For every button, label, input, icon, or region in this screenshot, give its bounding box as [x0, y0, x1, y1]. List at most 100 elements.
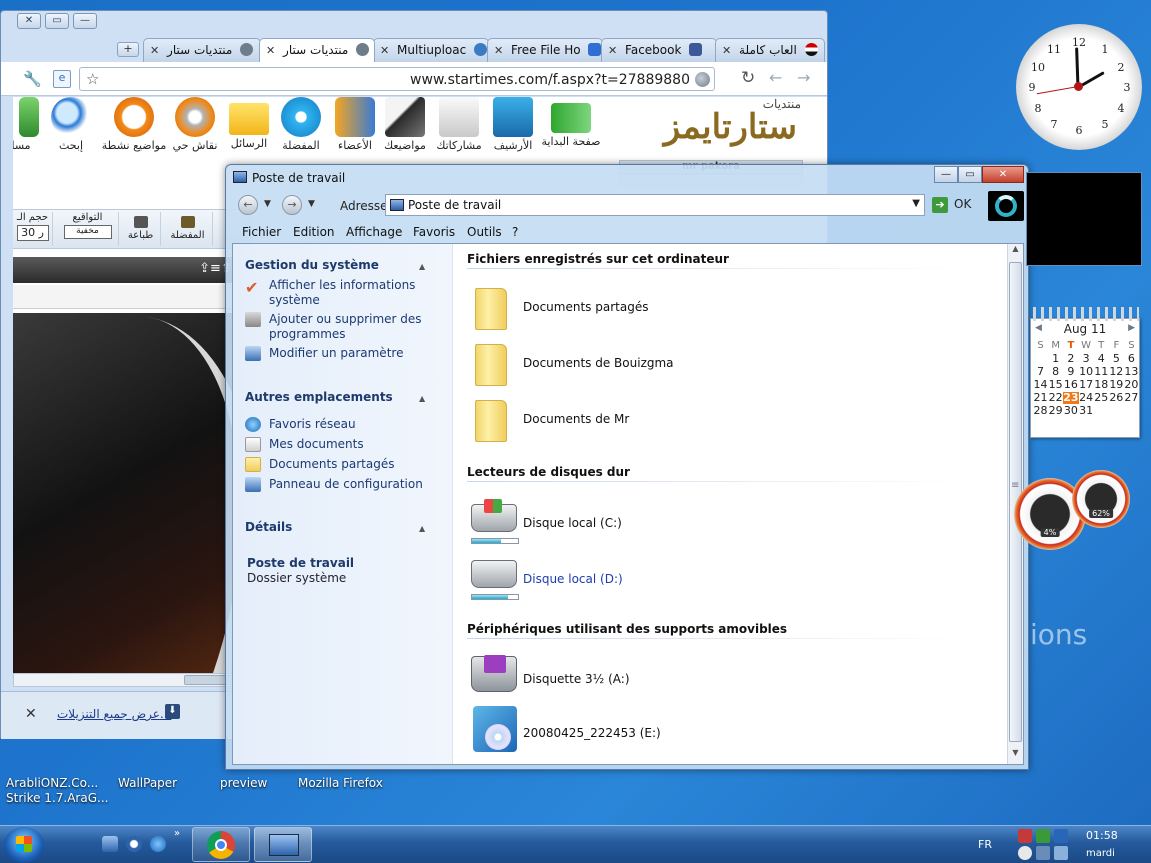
nav-posts[interactable]: مشاركاتك — [429, 97, 489, 152]
back-arrow-icon[interactable]: ← — [238, 195, 258, 215]
collapse-icon[interactable]: ▲ — [419, 524, 425, 533]
close-button[interactable]: ✕ — [982, 166, 1024, 183]
calendar-day[interactable]: 13 — [1124, 366, 1139, 378]
tray-monitor-icon[interactable] — [1036, 846, 1050, 860]
quicklaunch-more-icon[interactable]: » — [174, 828, 180, 839]
menu-affichage[interactable]: Affichage — [346, 225, 402, 239]
reload-icon[interactable]: ↻ — [741, 68, 755, 88]
menu-favoris[interactable]: Favoris — [413, 225, 455, 239]
print-button[interactable]: طباعة — [121, 212, 161, 246]
desktop-icon-label[interactable]: Mozilla Firefox — [298, 776, 383, 790]
menu-help[interactable]: ? — [512, 225, 518, 239]
calendar-day[interactable]: 30 — [1063, 405, 1078, 417]
nav-help[interactable]: مسا — [13, 97, 51, 152]
shared-documents-link[interactable]: Documents partagés — [269, 457, 429, 472]
horizontal-scrollbar[interactable] — [13, 673, 253, 687]
nav-messages[interactable]: الرسائل — [219, 97, 279, 150]
calendar-day[interactable]: 3 — [1079, 353, 1094, 365]
tab-facebook[interactable]: ✕ Facebook — [601, 38, 717, 62]
nav-live-chat[interactable]: نقاش حي — [165, 97, 225, 152]
tab-close-icon[interactable]: ✕ — [722, 44, 731, 57]
tab-startimes-2[interactable]: ✕ منتديات ستار — [259, 38, 375, 62]
chevron-down-icon[interactable]: ▼ — [912, 198, 920, 209]
network-places-link[interactable]: Favoris réseau — [269, 417, 429, 432]
calendar-day[interactable]: 25 — [1094, 392, 1109, 404]
download-icon[interactable]: ⬇ — [165, 704, 180, 719]
other-places-title[interactable]: Autres emplacements — [245, 390, 393, 404]
start-button[interactable] — [4, 827, 44, 863]
next-month-icon[interactable]: ▶ — [1128, 323, 1135, 333]
calendar-day[interactable]: 19 — [1109, 379, 1124, 391]
scroll-down-icon[interactable]: ▼ — [1008, 748, 1023, 764]
tab-close-icon[interactable]: ✕ — [494, 44, 503, 57]
page-icon[interactable]: e — [53, 70, 71, 88]
view-system-info-link[interactable]: Afficher les informations système — [269, 278, 429, 308]
tab-close-icon[interactable]: ✕ — [150, 44, 159, 57]
tab-close-icon[interactable]: ✕ — [266, 44, 275, 57]
calendar-day[interactable]: 1 — [1048, 353, 1063, 365]
taskbar-explorer[interactable] — [254, 827, 312, 862]
tray-network-icon[interactable] — [1018, 846, 1032, 860]
desktop-icon-label[interactable]: Strike 1.7.AraG... — [6, 791, 108, 805]
calendar-day[interactable]: 24 — [1079, 392, 1094, 404]
calendar-day[interactable]: 7 — [1033, 366, 1048, 378]
calendar-day[interactable]: 17 — [1079, 379, 1094, 391]
messenger-icon[interactable] — [126, 836, 142, 852]
taskbar-chrome[interactable] — [192, 827, 250, 862]
go-button[interactable]: ➔ OK — [930, 194, 980, 216]
slideshow-gadget[interactable] — [1026, 172, 1142, 266]
system-tasks-title[interactable]: Gestion du système — [245, 258, 379, 272]
maximize-window-button[interactable]: ▭ — [45, 13, 69, 29]
ram-gauge[interactable]: 62% — [1072, 470, 1130, 528]
back-dropdown-icon[interactable]: ▼ — [264, 199, 271, 209]
calendar-day[interactable]: 21 — [1033, 392, 1048, 404]
calendar-day[interactable]: 22 — [1048, 392, 1063, 404]
list-item[interactable]: Documents de Mr — [471, 396, 871, 444]
desktop-icon-label[interactable]: preview — [220, 776, 267, 790]
tab-close-icon[interactable]: ✕ — [608, 44, 617, 57]
font-size-control[interactable]: حجم الـ 30 ر — [13, 212, 53, 246]
maximize-button[interactable]: ▭ — [958, 166, 982, 183]
calendar-day[interactable]: 27 — [1124, 392, 1139, 404]
calendar-day[interactable]: 20 — [1124, 379, 1139, 391]
calendar-day[interactable]: 12 — [1109, 366, 1124, 378]
forward-arrow-icon[interactable]: → — [282, 195, 302, 215]
nav-members[interactable]: الأعضاء — [325, 97, 385, 152]
nav-active-topics[interactable]: مواضيع نشطة — [99, 97, 169, 152]
menu-edition[interactable]: Edition — [293, 225, 335, 239]
my-documents-link[interactable]: Mes documents — [269, 437, 429, 452]
forward-arrow-icon[interactable]: → — [797, 68, 810, 87]
calendar-day[interactable]: 5 — [1109, 353, 1124, 365]
clock-time[interactable]: 01:58 — [1086, 829, 1118, 842]
collapse-icon[interactable]: ▲ — [419, 394, 425, 403]
menu-outils[interactable]: Outils — [467, 225, 502, 239]
language-indicator[interactable]: FR — [978, 838, 992, 851]
forward-dropdown-icon[interactable]: ▼ — [308, 199, 315, 209]
calendar-day[interactable]: 29 — [1048, 405, 1063, 417]
list-item[interactable]: Documents de Bouizgma — [471, 340, 871, 388]
tab-games[interactable]: ✕ العاب كاملة — [715, 38, 825, 62]
star-icon[interactable]: ☆ — [86, 70, 99, 88]
drive-c[interactable]: Disque local (C:) — [471, 499, 871, 548]
back-arrow-icon[interactable]: ← — [769, 68, 782, 87]
signatures-select[interactable]: مخفية — [63, 225, 112, 239]
change-setting-link[interactable]: Modifier un paramètre — [269, 346, 429, 361]
tab-startimes-1[interactable]: ✕ منتديات ستار — [143, 38, 261, 62]
show-desktop-icon[interactable] — [102, 836, 118, 852]
desktop-icon-label[interactable]: WallPaper — [118, 776, 177, 790]
wrench-icon[interactable]: 🔧 — [23, 70, 42, 88]
floppy-drive[interactable]: Disquette 3½ (A:) — [471, 652, 871, 700]
minimize-button[interactable]: — — [934, 166, 958, 183]
calendar-day[interactable]: 14 — [1033, 379, 1048, 391]
collapse-icon[interactable]: ▲ — [419, 262, 425, 271]
calendar-day[interactable]: 28 — [1033, 405, 1048, 417]
tray-volume-icon[interactable] — [1054, 846, 1068, 860]
cd-drive[interactable]: 20080425_222453 (E:) — [471, 706, 871, 754]
favorite-thread-button[interactable]: المفضلة — [163, 212, 213, 246]
control-panel-link[interactable]: Panneau de configuration — [269, 477, 429, 492]
site-logo[interactable]: منتديات ستارتايمز — [617, 97, 807, 163]
details-title[interactable]: Détails — [245, 520, 292, 534]
drive-d[interactable]: Disque local (D:) — [471, 556, 871, 604]
calendar-day[interactable]: 11 — [1094, 366, 1109, 378]
calendar-gadget[interactable]: ◀ Aug 11 ▶ S M T W T F S 1 2 3 4 5 6 7 8 9 10 11 12 13 14 15 1… — [1030, 307, 1140, 438]
